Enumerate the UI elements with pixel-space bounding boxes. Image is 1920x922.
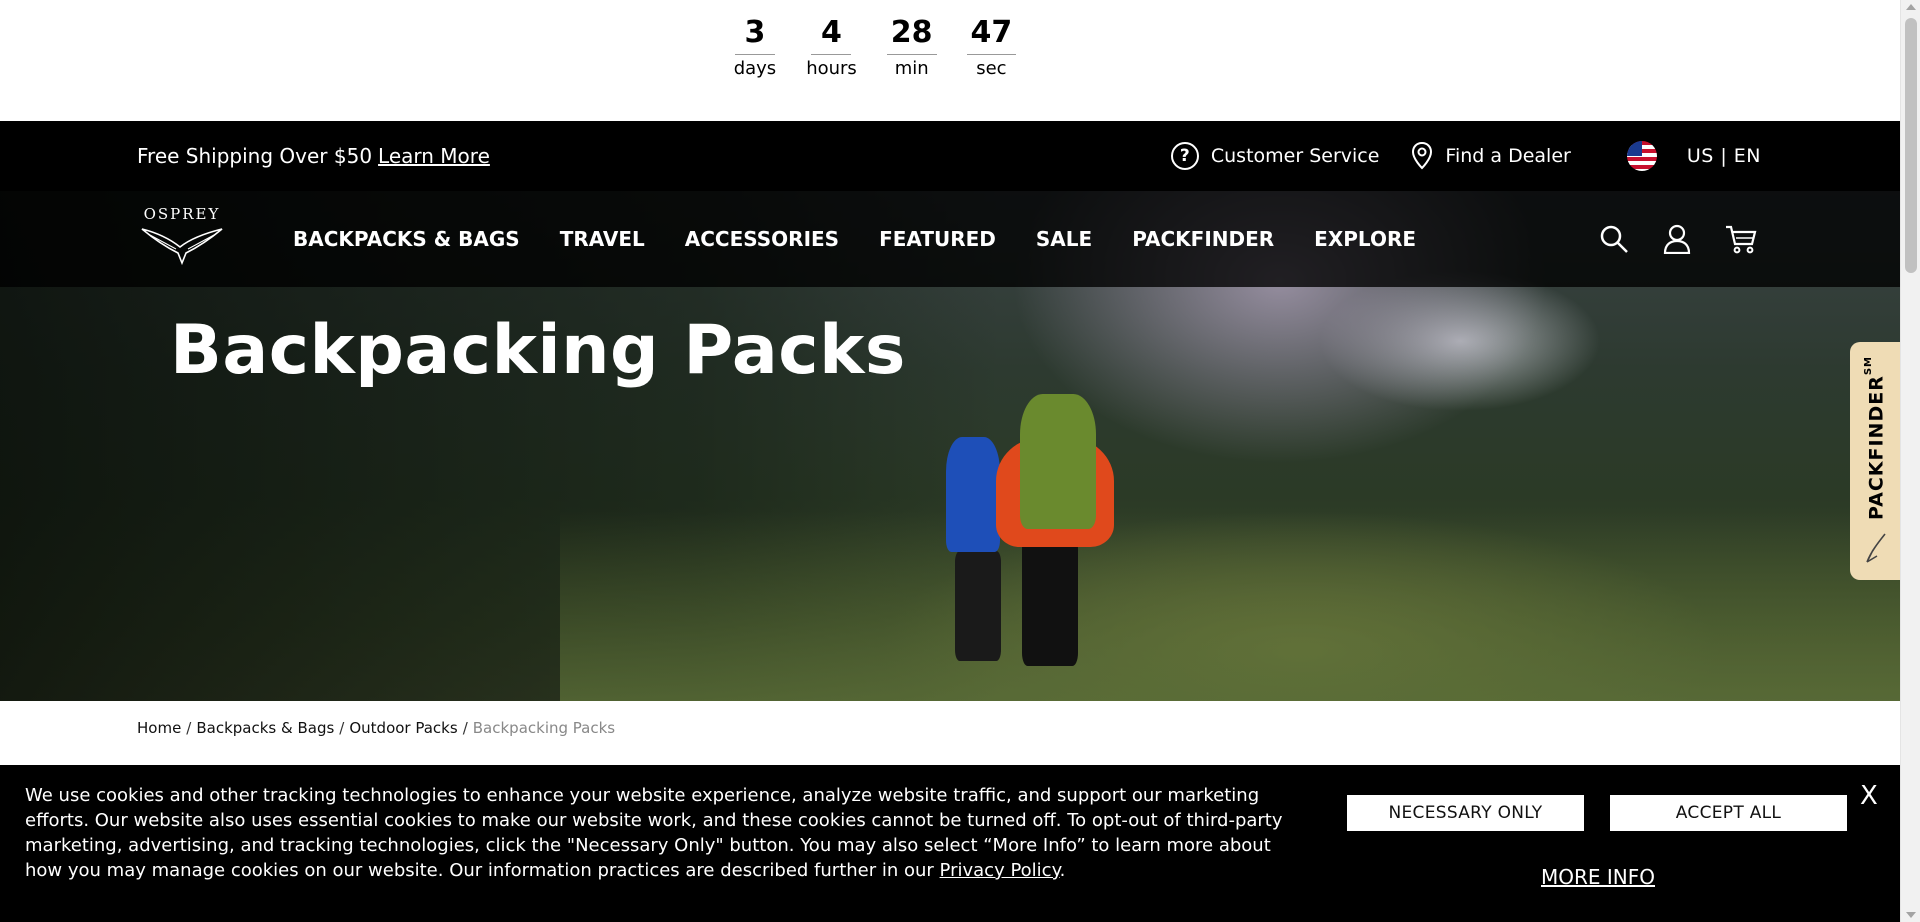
locale-selector[interactable]: US | EN — [1626, 141, 1761, 171]
cookie-period: . — [1059, 860, 1066, 881]
packfinder-tab[interactable]: PACKFINDERSM — [1850, 342, 1900, 580]
countdown-seconds-value: 47 — [966, 14, 1017, 55]
accept-all-button[interactable]: ACCEPT ALL — [1610, 795, 1847, 831]
hiker-figure — [955, 551, 1001, 661]
find-dealer-label: Find a Dealer — [1445, 145, 1571, 167]
us-flag-icon — [1626, 141, 1657, 171]
countdown-hours-label: hours — [806, 58, 857, 79]
search-icon[interactable] — [1599, 224, 1629, 254]
nav-accessories[interactable]: ACCESSORIES — [685, 227, 839, 251]
shipping-text: Free Shipping Over $50 — [137, 144, 373, 168]
scrollbar-thumb[interactable] — [1905, 18, 1917, 273]
nav-backpacks-bags[interactable]: BACKPACKS & BAGS — [293, 227, 520, 251]
osprey-bird-icon — [141, 228, 223, 266]
countdown-minutes: 28 min — [886, 14, 937, 81]
breadcrumb-outdoor-packs[interactable]: Outdoor Packs — [349, 719, 457, 737]
nav-explore[interactable]: EXPLORE — [1314, 227, 1416, 251]
breadcrumb-backpacks-bags[interactable]: Backpacks & Bags — [196, 719, 334, 737]
breadcrumb: Home / Backpacks & Bags / Outdoor Packs / Back… — [137, 719, 615, 737]
blue-backpack — [946, 437, 1000, 552]
packfinder-label: PACKFINDER — [1865, 375, 1888, 521]
primary-menu: BACKPACKS & BAGS TRAVEL ACCESSORIES FEAT… — [293, 227, 1416, 251]
countdown-days-value: 3 — [734, 14, 775, 55]
nav-travel[interactable]: TRAVEL — [560, 227, 645, 251]
nav-featured[interactable]: FEATURED — [879, 227, 996, 251]
countdown-seconds-label: sec — [976, 58, 1007, 79]
countdown-minutes-label: min — [894, 58, 929, 79]
page-scrollbar[interactable] — [1900, 0, 1920, 922]
breadcrumb-separator: / — [462, 719, 468, 737]
utility-bar: Free Shipping Over $50 Learn More ? Custo… — [0, 121, 1900, 191]
shipping-promo: Free Shipping Over $50 Learn More — [137, 144, 490, 168]
countdown-timer: 3 days 4 hours 28 min 47 sec — [734, 14, 1017, 81]
hiker-figure — [1022, 536, 1078, 666]
locale-label: US | EN — [1686, 145, 1761, 167]
location-pin-icon — [1412, 142, 1433, 170]
osprey-logo[interactable]: OSPREY — [137, 205, 227, 273]
main-navigation: OSPREY BACKPACKS & BAGS TRAVEL ACCESSORI… — [0, 191, 1900, 287]
packfinder-sm-mark: SM — [1862, 355, 1874, 376]
breadcrumb-separator: / — [339, 719, 345, 737]
customer-service-link[interactable]: ? Customer Service — [1170, 142, 1380, 170]
privacy-policy-link[interactable]: Privacy Policy — [940, 860, 1060, 881]
cookie-consent-banner: We use cookies and other tracking techno… — [0, 765, 1900, 922]
cookie-body-text: We use cookies and other tracking techno… — [25, 785, 1283, 881]
cart-icon[interactable] — [1725, 224, 1757, 254]
utility-links: ? Customer Service Find a Dealer US | EN — [1139, 141, 1761, 171]
learn-more-link[interactable]: Learn More — [378, 144, 490, 168]
osprey-bird-icon — [1866, 533, 1886, 563]
find-dealer-link[interactable]: Find a Dealer — [1411, 142, 1571, 170]
nav-packfinder[interactable]: PACKFINDER — [1132, 227, 1274, 251]
countdown-seconds: 47 sec — [966, 14, 1017, 81]
nav-sale[interactable]: SALE — [1036, 227, 1092, 251]
countdown-days: 3 days — [734, 14, 777, 81]
countdown-hours: 4 hours — [806, 14, 857, 81]
hero-meadow — [560, 511, 1900, 701]
breadcrumb-separator: / — [186, 719, 192, 737]
breadcrumb-current: Backpacking Packs — [472, 719, 616, 737]
logo-text: OSPREY — [143, 205, 221, 223]
page-title: Backpacking Packs — [170, 311, 906, 390]
more-info-link[interactable]: MORE INFO — [1541, 865, 1655, 889]
breadcrumb-home[interactable]: Home — [137, 719, 181, 737]
account-icon[interactable] — [1663, 224, 1691, 254]
countdown-minutes-value: 28 — [886, 14, 937, 55]
countdown-banner: 3 days 4 hours 28 min 47 sec — [0, 0, 1900, 121]
necessary-only-button[interactable]: NECESSARY ONLY — [1347, 795, 1584, 831]
scroll-down-arrow-icon[interactable] — [1906, 912, 1916, 918]
cookie-message: We use cookies and other tracking techno… — [25, 783, 1305, 883]
green-backpack — [1020, 394, 1096, 529]
customer-service-label: Customer Service — [1210, 145, 1380, 167]
help-icon: ? — [1170, 142, 1199, 170]
packfinder-tab-label: PACKFINDERSM — [1863, 356, 1887, 520]
header-actions — [1599, 224, 1757, 254]
countdown-days-label: days — [733, 58, 777, 79]
close-icon[interactable]: X — [1860, 781, 1878, 811]
countdown-hours-value: 4 — [811, 14, 852, 55]
scroll-up-arrow-icon[interactable] — [1906, 4, 1916, 10]
